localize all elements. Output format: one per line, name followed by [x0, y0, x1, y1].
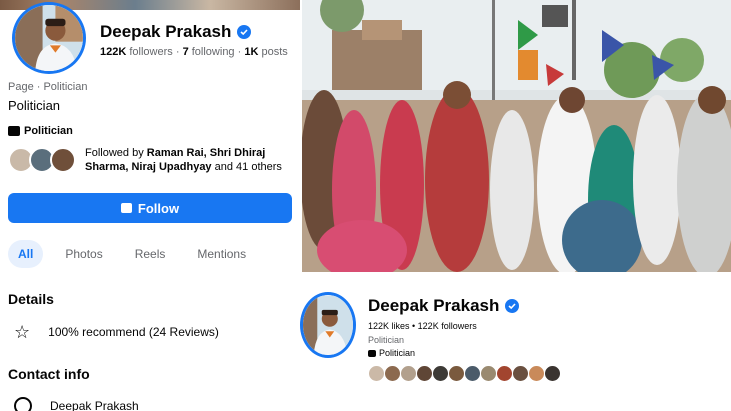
verified-badge-icon	[505, 299, 520, 313]
lock-icon	[120, 203, 132, 213]
briefcase-icon	[8, 126, 20, 136]
followed-by-text: Followed by Raman Rai, Shri Dhiraj Sharm…	[85, 146, 285, 174]
tab-photos[interactable]: Photos	[55, 240, 112, 268]
page-description: Politician	[8, 98, 61, 113]
left-profile-panel: Deepak Prakash 122K followers · 7 follow…	[0, 0, 300, 411]
secondary-profile-avatar[interactable]	[300, 292, 356, 358]
messenger-name: Deepak Prakash	[50, 399, 139, 411]
recommend-text: 100% recommend (24 Reviews)	[48, 325, 219, 339]
tab-mentions[interactable]: Mentions	[187, 240, 256, 268]
category-badge-label: Politician	[24, 125, 73, 137]
follower-avatar	[544, 365, 561, 382]
followed-by-row[interactable]: Followed by Raman Rai, Shri Dhiraj Sharm…	[8, 146, 285, 174]
follow-button-label: Follow	[137, 200, 180, 216]
secondary-follower-avatars[interactable]	[368, 365, 561, 382]
tab-all[interactable]: All	[8, 240, 44, 268]
profile-tabs: All Photos Reels Mentions	[8, 240, 268, 268]
follower-avatar	[512, 365, 529, 382]
page-name: Deepak Prakash	[100, 22, 232, 41]
secondary-category-badge[interactable]: Politician	[368, 348, 415, 358]
posts-count: 1K	[244, 46, 259, 58]
briefcase-icon	[368, 349, 376, 357]
verified-badge-icon	[237, 25, 252, 39]
secondary-profile-panel: Deepak Prakash 122K likes • 122K followe…	[300, 276, 731, 411]
follow-button[interactable]: Follow	[8, 193, 292, 223]
followed-by-suffix[interactable]: and 41 others	[215, 161, 282, 173]
follower-avatar	[368, 365, 385, 382]
followers-label: followers	[129, 46, 173, 58]
secondary-description: Politician	[368, 335, 405, 345]
follower-avatar	[480, 365, 497, 382]
messenger-contact-row[interactable]: Deepak Prakash	[14, 397, 139, 411]
page-title-row: Deepak Prakash	[100, 22, 252, 42]
tab-reels[interactable]: Reels	[125, 240, 176, 268]
messenger-icon	[14, 397, 32, 411]
follower-avatar	[416, 365, 433, 382]
follower-avatar	[496, 365, 513, 382]
star-icon: ☆	[14, 322, 31, 342]
posts-label: posts	[261, 46, 288, 58]
secondary-stats: 122K likes • 122K followers	[368, 321, 477, 331]
page-category-line: Page · Politician	[8, 81, 88, 93]
follower-avatar	[400, 365, 417, 382]
follower-avatar	[448, 365, 465, 382]
follower-avatar	[464, 365, 481, 382]
following-count: 7	[182, 46, 189, 58]
category-badge[interactable]: Politician	[8, 125, 73, 137]
followed-by-prefix: Followed by	[85, 147, 144, 159]
profile-stats: 122K followers · 7 following · 1K posts	[100, 46, 288, 58]
stats-separator: ·	[175, 46, 183, 58]
secondary-category-label: Politician	[379, 348, 416, 358]
rally-photo	[302, 0, 731, 272]
recommend-row[interactable]: ☆ 100% recommend (24 Reviews)	[14, 323, 219, 341]
following-label: following	[191, 46, 235, 58]
secondary-page-name: Deepak Prakash	[368, 296, 500, 315]
follower-avatar	[50, 147, 76, 173]
details-heading: Details	[8, 291, 54, 307]
secondary-title-row: Deepak Prakash	[368, 296, 520, 316]
follower-avatar	[432, 365, 449, 382]
follower-avatar	[528, 365, 545, 382]
contact-info-heading: Contact info	[8, 366, 90, 382]
profile-avatar[interactable]	[12, 2, 86, 74]
followers-count: 122K	[100, 46, 127, 58]
follower-avatar	[384, 365, 401, 382]
mutual-follower-avatars	[8, 147, 76, 173]
